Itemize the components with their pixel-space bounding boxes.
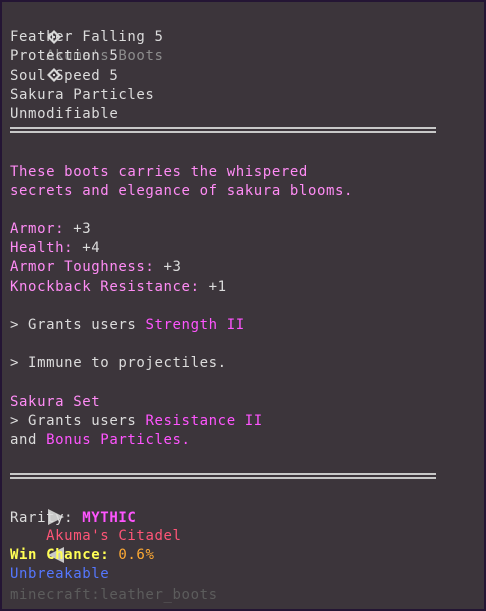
lore-line: secrets and elegance of sakura blooms. xyxy=(10,183,354,199)
ability-projectile-immunity: > Immune to projectiles. xyxy=(10,355,227,371)
enchant-protection: Protection 5 xyxy=(10,48,119,64)
stat-armor: Armor: +3 xyxy=(10,221,92,237)
set-title: Sakura Set xyxy=(10,394,101,410)
rarity-row: Rarity: MYTHIC xyxy=(10,510,137,526)
divider-bottom xyxy=(10,473,436,479)
set-bonus-line: > Grants users Resistance II xyxy=(10,413,263,429)
enchant-soul-speed: Soul Speed 5 xyxy=(10,68,119,84)
item-tooltip: Akuma's Boots Feather Falling 5 Protecti… xyxy=(0,0,486,611)
set-bonus-line: and Bonus Particles. xyxy=(10,432,191,448)
enchant-feather-falling: Feather Falling 5 xyxy=(10,29,164,45)
stat-knockback-resistance: Knockback Resistance: +1 xyxy=(10,279,227,295)
unbreakable-flag: Unbreakable xyxy=(10,566,110,582)
divider-top xyxy=(10,127,436,133)
item-id: minecraft:leather_boots xyxy=(10,587,218,603)
lore-line: These boots carries the whispered xyxy=(10,164,308,180)
stat-armor-toughness: Armor Toughness: +3 xyxy=(10,259,182,275)
win-chance-row: Win Chance: 0.6% xyxy=(10,547,155,563)
stat-health: Health: +4 xyxy=(10,240,101,256)
source-name: Akuma's Citadel xyxy=(46,528,182,544)
unmodifiable-flag: Unmodifiable xyxy=(10,106,119,122)
rarity-badge: MYTHIC xyxy=(82,510,137,526)
enchant-sakura-particles: Sakura Particles xyxy=(10,87,155,103)
ability-strength: > Grants users Strength II xyxy=(10,317,245,333)
